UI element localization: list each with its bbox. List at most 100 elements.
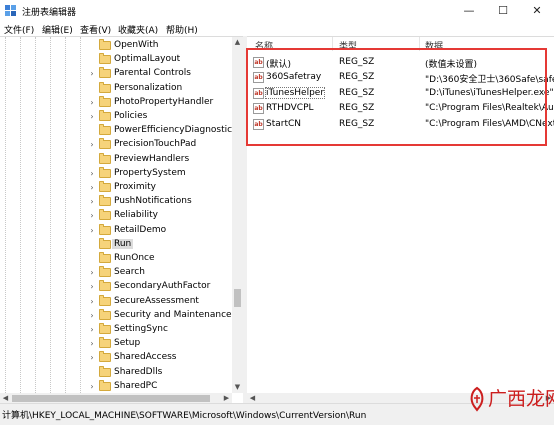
menu-bar: 文件(F) 编辑(E) 查看(V) 收藏夹(A) 帮助(H) [0, 22, 554, 36]
tree-item[interactable]: › SecondaryAuthFactor [0, 280, 232, 294]
expand-arrow-icon[interactable]: › [88, 337, 96, 351]
scroll-down-icon[interactable]: ▼ [232, 382, 243, 393]
folder-icon [99, 67, 111, 79]
tree-item[interactable]: OptimalLayout [0, 53, 232, 67]
expand-arrow-icon[interactable]: › [88, 224, 96, 238]
tree-item[interactable]: › SecureAssessment [0, 294, 232, 309]
watermark-text: 广西龙网 [488, 388, 554, 410]
folder-icon [99, 152, 111, 164]
tree-item[interactable]: › Reliability [0, 209, 232, 223]
tree-item[interactable]: › Setup [0, 337, 232, 351]
folder-icon [99, 166, 111, 178]
folder-icon [99, 351, 111, 363]
registry-path: 计算机\HKEY_LOCAL_MACHINE\SOFTWARE\Microsof… [2, 411, 367, 421]
tree-item[interactable]: › Policies [0, 110, 232, 124]
tree-item[interactable]: › Proximity [0, 181, 232, 195]
scrollbar-thumb[interactable] [12, 395, 210, 402]
folder-icon [99, 53, 111, 65]
expand-arrow-icon[interactable]: › [88, 181, 96, 195]
tree-item-label: Parental Controls [114, 68, 191, 79]
scroll-up-icon[interactable]: ▲ [232, 37, 243, 48]
expand-arrow-icon[interactable]: › [88, 295, 96, 309]
tree-item-label: OpenWith [114, 40, 159, 50]
folder-icon [99, 280, 111, 292]
expand-arrow-icon[interactable]: › [88, 209, 96, 223]
tree-item[interactable]: Run [0, 237, 232, 252]
close-button[interactable]: ✕ [520, 0, 554, 22]
tree-item[interactable]: Personalization [0, 81, 232, 96]
tree-item-label: SharedPC [114, 380, 158, 391]
folder-icon [99, 39, 111, 50]
expand-arrow-icon[interactable]: › [88, 96, 96, 110]
menu-file[interactable]: 文件(F) [4, 23, 34, 36]
maximize-button[interactable]: ☐ [486, 0, 520, 22]
tree-item-label: PowerEfficiencyDiagnostics [114, 125, 237, 136]
folder-icon [99, 308, 111, 320]
expand-arrow-icon[interactable]: › [88, 167, 96, 181]
folder-icon [99, 138, 111, 150]
expand-arrow-icon[interactable]: › [88, 280, 96, 294]
minimize-icon: — [463, 4, 475, 17]
folder-icon [99, 95, 111, 107]
expand-arrow-icon[interactable]: › [88, 309, 96, 323]
tree-item[interactable]: RunOnce [0, 252, 232, 266]
tree-item[interactable]: › SettingSync [0, 323, 232, 337]
window-title: 注册表编辑器 [22, 8, 77, 18]
folder-icon [99, 365, 111, 377]
tree-item[interactable]: › PushNotifications [0, 195, 232, 209]
expand-arrow-icon[interactable]: › [88, 351, 96, 365]
tree-item[interactable]: PreviewHandlers [0, 152, 232, 167]
values-highlight-box [246, 48, 547, 146]
tree-item-label: Security and Maintenance [114, 309, 232, 320]
tree-item[interactable]: OpenWith [0, 39, 232, 53]
folder-icon [99, 294, 111, 306]
folder-icon [99, 81, 111, 93]
menu-view[interactable]: 查看(V) [80, 23, 111, 36]
expand-arrow-icon[interactable]: › [88, 67, 96, 81]
tree-item-label: PushNotifications [114, 196, 192, 207]
tree-item-label: Policies [114, 111, 148, 121]
tree-item[interactable]: SharedDlls [0, 365, 232, 380]
tree-item[interactable]: PowerEfficiencyDiagnostics [0, 124, 237, 138]
registry-tree: OpenWith OptimalLayout › Parental Controls P… [0, 36, 243, 404]
tree-item[interactable]: › PrecisionTouchPad [0, 138, 232, 152]
tree-item[interactable]: › Search [0, 266, 232, 280]
expand-arrow-icon[interactable]: › [88, 138, 96, 152]
tree-item-label: PhotoPropertyHandler [114, 96, 214, 107]
tree-item-label: Reliability [114, 210, 158, 221]
menu-edit[interactable]: 编辑(E) [42, 23, 73, 36]
tree-item[interactable]: › RetailDemo [0, 223, 232, 238]
tree-item-label: RunOnce [114, 253, 155, 263]
tree-item-label: PropertySystem [114, 167, 186, 178]
folder-icon [99, 124, 111, 136]
tree-item[interactable]: › PropertySystem [0, 166, 232, 181]
folder-icon [99, 223, 111, 235]
tree-item[interactable]: › SharedAccess [0, 351, 232, 365]
expand-arrow-icon[interactable]: › [88, 380, 96, 394]
folder-icon [99, 181, 111, 192]
tree-item-label: Proximity [114, 182, 156, 192]
watermark-logo-icon [470, 386, 484, 412]
tree-item[interactable]: › PhotoPropertyHandler [0, 95, 232, 110]
expand-arrow-icon[interactable]: › [88, 266, 96, 280]
expand-arrow-icon[interactable]: › [88, 110, 96, 124]
expand-arrow-icon[interactable]: › [88, 323, 96, 337]
expand-arrow-icon[interactable]: › [88, 195, 96, 209]
maximize-icon: ☐ [498, 4, 508, 17]
tree-item-label: PrecisionTouchPad [114, 139, 197, 150]
tree-item-label: Run [112, 238, 134, 249]
tree-item-label: SecureAssessment [114, 295, 199, 306]
folder-icon [99, 237, 111, 249]
folder-icon [99, 110, 111, 121]
close-icon: ✕ [532, 4, 542, 17]
minimize-button[interactable]: — [452, 0, 486, 22]
tree-item[interactable]: › Security and Maintenance [0, 308, 232, 323]
menu-favorites[interactable]: 收藏夹(A) [118, 23, 158, 36]
tree-item[interactable]: › SharedPC [0, 379, 232, 394]
tree-vertical-scrollbar[interactable]: ▲ ▼ [232, 37, 243, 393]
watermark: 广西龙网 [464, 380, 554, 424]
folder-icon [99, 337, 111, 349]
scrollbar-thumb[interactable] [234, 289, 241, 307]
menu-help[interactable]: 帮助(H) [166, 23, 198, 36]
tree-item[interactable]: › Parental Controls [0, 67, 232, 81]
